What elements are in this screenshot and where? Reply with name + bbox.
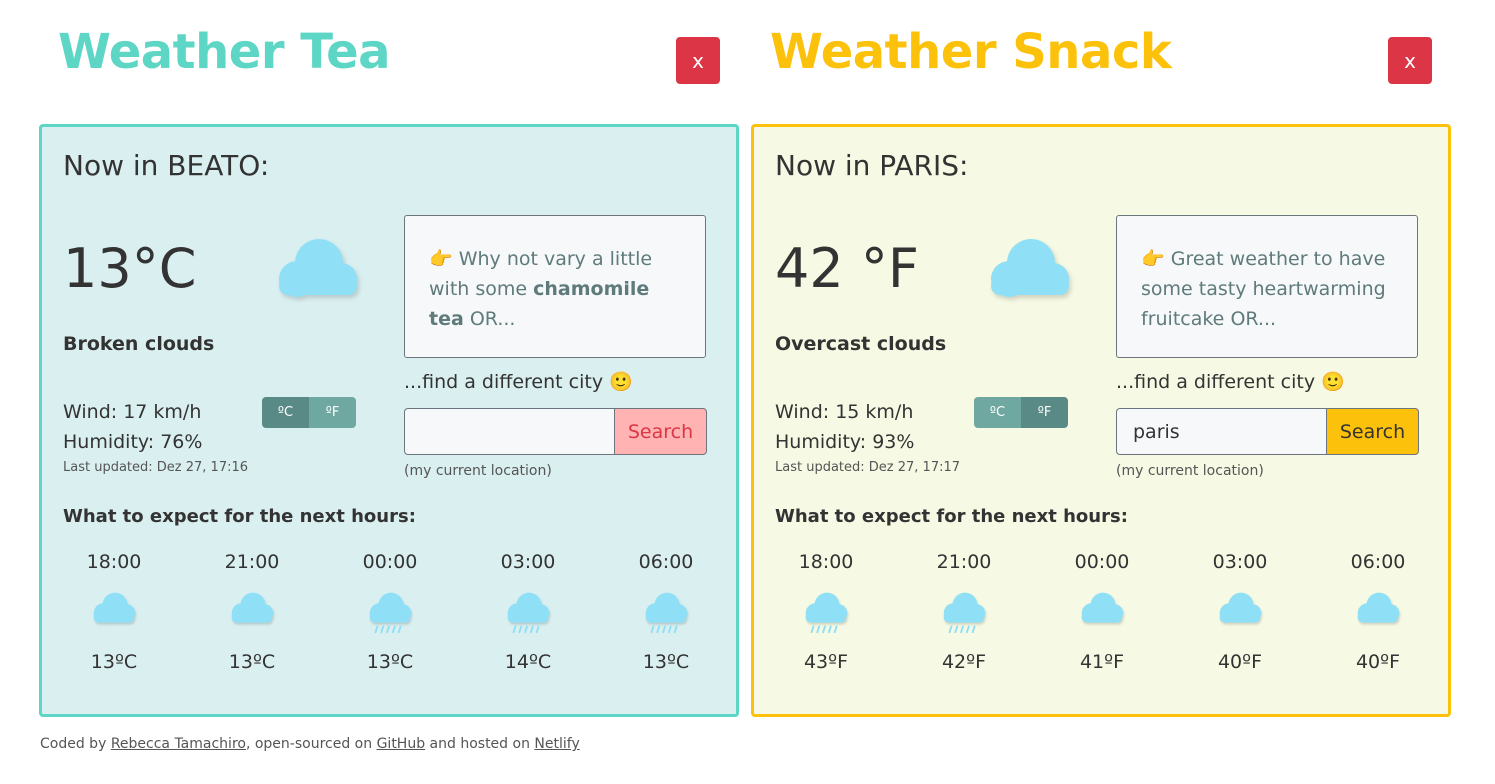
weather-description: Broken clouds <box>63 333 215 355</box>
author-link[interactable]: Rebecca Tamachiro <box>111 736 246 752</box>
cloud-icon <box>1219 592 1262 623</box>
wind-speed: Wind: 15 km/h <box>775 401 914 423</box>
forecast-item: 21:00 42ºF <box>914 551 1014 673</box>
forecast-title: What to expect for the next hours: <box>63 506 416 527</box>
forecast-temp: 43ºF <box>803 651 849 673</box>
rain-cloud-icon <box>943 592 986 634</box>
netlify-link[interactable]: Netlify <box>534 736 579 752</box>
footer-open-sourced: , open-sourced on <box>245 736 373 752</box>
city-heading: Now in BEATO: <box>63 149 270 182</box>
forecast-temp: 13ºC <box>90 651 138 673</box>
forecast-item: 03:00 14ºC <box>478 551 578 673</box>
current-temperature: 42 °F <box>775 237 919 300</box>
forecast-item: 00:00 13ºC <box>340 551 440 673</box>
forecast-item: 21:00 13ºC <box>202 551 302 673</box>
fahrenheit-button[interactable]: ºF <box>1021 397 1068 428</box>
search-input[interactable] <box>1116 408 1326 455</box>
find-city-label: ...find a different city 🙂 <box>404 370 633 393</box>
forecast-time: 18:00 <box>798 551 854 573</box>
forecast-item: 18:00 13ºC <box>64 551 164 673</box>
forecast-temp: 42ºF <box>941 651 987 673</box>
weather-card-snack: Now in PARIS: 42 °F Overcast clouds Wind… <box>751 124 1451 717</box>
fahrenheit-button[interactable]: ºF <box>309 397 356 428</box>
find-city-text: ...find a different city <box>404 371 604 393</box>
forecast-temp: 13ºC <box>642 651 690 673</box>
pointing-hand-icon: 👉 <box>429 248 453 270</box>
humidity: Humidity: 93% <box>775 431 915 453</box>
humidity: Humidity: 76% <box>63 431 203 453</box>
forecast-item: 00:00 41ºF <box>1052 551 1152 673</box>
smiley-icon: 🙂 <box>1321 371 1345 393</box>
wind-speed: Wind: 17 km/h <box>63 401 202 423</box>
app-title-tea: Weather Tea <box>58 24 391 80</box>
current-location-link[interactable]: (my current location) <box>404 463 552 479</box>
forecast-item: 06:00 13ºC <box>616 551 716 673</box>
forecast-temp: 40ºF <box>1217 651 1263 673</box>
forecast-item: 03:00 40ºF <box>1190 551 1290 673</box>
current-temperature: 13°C <box>63 237 197 300</box>
cloud-icon <box>1357 592 1400 623</box>
forecast-item: 06:00 40ºF <box>1328 551 1428 673</box>
weather-description: Overcast clouds <box>775 333 947 355</box>
github-link[interactable]: GitHub <box>377 736 426 752</box>
smiley-icon: 🙂 <box>609 371 633 393</box>
suggestion-box: 👉 Why not vary a little with some chamom… <box>404 215 706 358</box>
current-location-link[interactable]: (my current location) <box>1116 463 1264 479</box>
cloud-icon <box>231 592 274 623</box>
cloud-icon <box>93 592 136 623</box>
forecast-time: 03:00 <box>500 551 556 573</box>
pointing-hand-icon: 👉 <box>1141 248 1165 270</box>
suggestion-box: 👉 Great weather to have some tasty heart… <box>1116 215 1418 358</box>
city-heading: Now in PARIS: <box>775 149 969 182</box>
last-updated: Last updated: Dez 27, 17:17 <box>775 460 961 475</box>
forecast-temp: 13ºC <box>366 651 414 673</box>
footer-coded-by: Coded by <box>40 736 107 752</box>
unit-toggle: ºC ºF <box>262 397 356 428</box>
celsius-button[interactable]: ºC <box>974 397 1021 428</box>
weather-card-tea: Now in BEATO: 13°C Broken clouds Wind: 1… <box>39 124 739 717</box>
forecast-time: 21:00 <box>224 551 280 573</box>
forecast-temp: 40ºF <box>1355 651 1401 673</box>
forecast-time: 00:00 <box>1074 551 1130 573</box>
unit-toggle: ºC ºF <box>974 397 1068 428</box>
close-button-snack[interactable]: x <box>1388 37 1432 84</box>
suggestion-or: OR... <box>469 308 516 330</box>
cloud-icon <box>991 239 1069 297</box>
footer-hosted: and hosted on <box>429 736 530 752</box>
search-button[interactable]: Search <box>1326 408 1419 455</box>
forecast-time: 03:00 <box>1212 551 1268 573</box>
close-button-tea[interactable]: x <box>676 37 720 84</box>
rain-cloud-icon <box>507 592 550 634</box>
search-button[interactable]: Search <box>614 408 707 455</box>
forecast-time: 06:00 <box>638 551 694 573</box>
forecast-time: 06:00 <box>1350 551 1406 573</box>
rain-cloud-icon <box>645 592 688 634</box>
cloud-icon <box>279 239 357 297</box>
forecast-temp: 41ºF <box>1079 651 1125 673</box>
forecast-title: What to expect for the next hours: <box>775 506 1128 527</box>
rain-cloud-icon <box>369 592 412 634</box>
last-updated: Last updated: Dez 27, 17:16 <box>63 460 249 475</box>
find-city-text: ...find a different city <box>1116 371 1316 393</box>
forecast-time: 21:00 <box>936 551 992 573</box>
forecast-time: 00:00 <box>362 551 418 573</box>
forecast-time: 18:00 <box>86 551 142 573</box>
forecast-temp: 14ºC <box>504 651 552 673</box>
cloud-icon <box>1081 592 1124 623</box>
suggestion-or: OR... <box>1230 308 1277 330</box>
search-input[interactable] <box>404 408 614 455</box>
forecast-temp: 13ºC <box>228 651 276 673</box>
forecast-item: 18:00 43ºF <box>776 551 876 673</box>
celsius-button[interactable]: ºC <box>262 397 309 428</box>
footer: Coded by Rebecca Tamachiro, open-sourced… <box>40 736 580 752</box>
find-city-label: ...find a different city 🙂 <box>1116 370 1345 393</box>
app-title-snack: Weather Snack <box>770 24 1172 80</box>
rain-cloud-icon <box>805 592 848 634</box>
